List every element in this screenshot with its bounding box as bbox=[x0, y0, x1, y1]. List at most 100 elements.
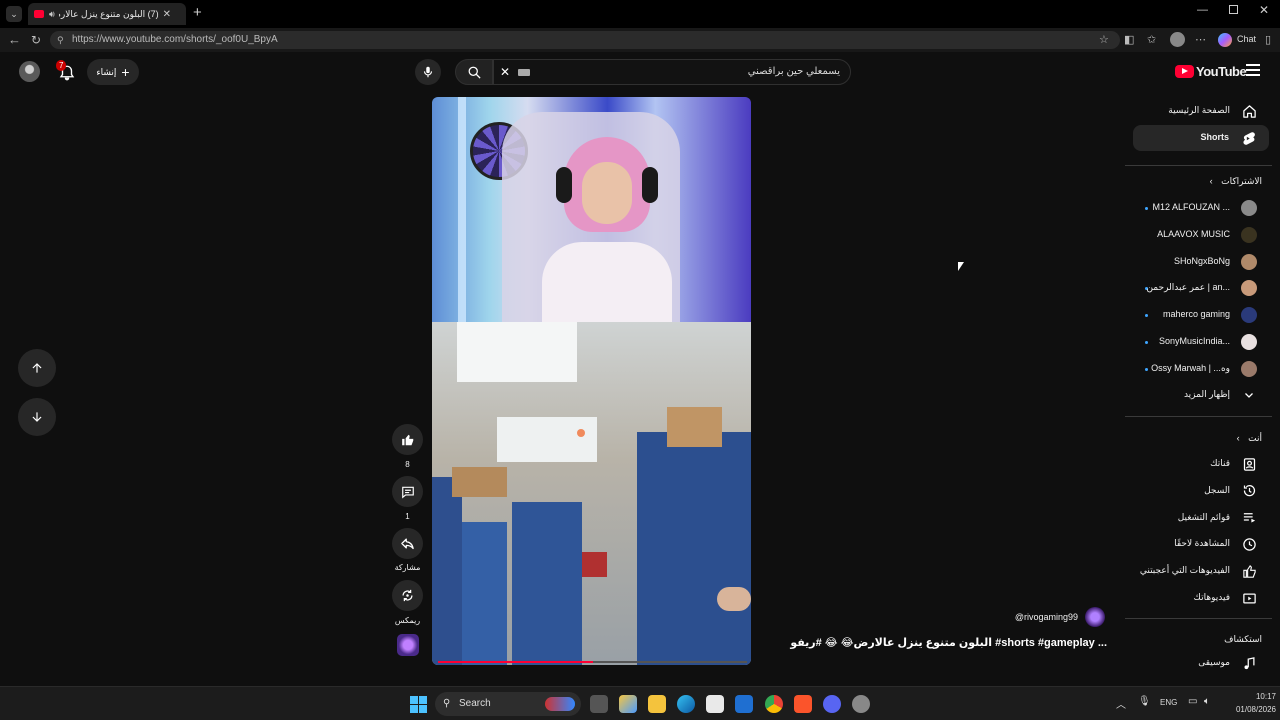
create-button[interactable]: إنشاء + bbox=[87, 59, 139, 85]
keyboard-icon[interactable] bbox=[518, 69, 530, 76]
you-title: أنت bbox=[1248, 433, 1262, 443]
sidebar-item-explore[interactable]: موسيقى bbox=[1125, 650, 1272, 676]
channel-icon bbox=[1240, 455, 1258, 473]
channel-handle[interactable]: @rivogaming99 bbox=[990, 612, 1078, 622]
short-title[interactable]: البلون متنوع ينزل عالارض😂 😂 #ريفو #short… bbox=[780, 636, 1107, 649]
search-button[interactable] bbox=[455, 59, 493, 85]
audio-playing-icon[interactable]: 🔊︎ bbox=[49, 9, 55, 20]
youtube-logo[interactable]: YouTube bbox=[1175, 64, 1247, 79]
back-icon[interactable]: ← bbox=[8, 28, 21, 52]
store-icon[interactable] bbox=[706, 695, 724, 713]
mail-icon[interactable] bbox=[735, 695, 753, 713]
sidebar-item-you[interactable]: فيديوهاتك bbox=[1125, 585, 1272, 611]
copilot-chat-label[interactable]: Chat bbox=[1237, 34, 1256, 44]
more-icon[interactable]: ⋯ bbox=[1195, 28, 1206, 52]
subscription-name: Ossy Marwah | ...وه bbox=[1151, 362, 1230, 373]
sidebar-item-you[interactable]: المشاهدة لاحقًا bbox=[1125, 531, 1272, 557]
remix-button[interactable] bbox=[392, 580, 423, 611]
address-field[interactable]: ⚲ https://www.youtube.com/shorts/_oof0U_… bbox=[50, 31, 1120, 49]
close-tab-icon[interactable]: ✕ bbox=[163, 9, 171, 20]
comment-icon bbox=[401, 486, 414, 498]
subscription-name: SHoNgxBoNg bbox=[1173, 255, 1230, 266]
sidebar-item-shorts[interactable]: Shorts bbox=[1133, 125, 1269, 151]
chrome-icon[interactable] bbox=[765, 695, 783, 713]
sidebar-item-you[interactable]: السجل bbox=[1125, 478, 1272, 504]
favorite-star-icon[interactable]: ☆ bbox=[1099, 28, 1109, 52]
task-view-icon[interactable] bbox=[590, 695, 608, 713]
sound-avatar[interactable] bbox=[397, 634, 419, 656]
subscription-item[interactable]: ALAAVOX MUSIC bbox=[1125, 222, 1272, 248]
like-count: 8 bbox=[405, 460, 410, 469]
taskbar-search[interactable]: ⚲ Search bbox=[435, 692, 581, 716]
plus-icon: + bbox=[121, 64, 130, 80]
sidebar-toggle-icon[interactable]: ▯ bbox=[1265, 28, 1271, 52]
discord-icon[interactable] bbox=[823, 695, 841, 713]
shorts-video-player[interactable] bbox=[432, 97, 751, 665]
widgets-icon[interactable] bbox=[619, 695, 637, 713]
subscription-item[interactable]: عمر عبدالرحمن | an... bbox=[1125, 275, 1272, 301]
favorites-icon[interactable]: ✩ bbox=[1147, 28, 1156, 52]
subscriptions-header[interactable]: ‹ الاشتراكات bbox=[1210, 176, 1262, 187]
sidebar-item-label: فيديوهاتك bbox=[1193, 592, 1230, 602]
refresh-icon[interactable]: ↻ bbox=[31, 28, 41, 52]
sidebar-item-you[interactable]: الفيديوهات التي أعجبتني bbox=[1125, 558, 1272, 584]
restore-button[interactable] bbox=[1229, 5, 1238, 14]
network-icon[interactable]: ▭ bbox=[1188, 696, 1197, 707]
app-icon[interactable] bbox=[852, 695, 870, 713]
account-avatar[interactable] bbox=[19, 61, 40, 82]
tab-actions-button[interactable]: ⌄ bbox=[6, 6, 22, 22]
sidebar-item-you[interactable]: قناتك bbox=[1125, 451, 1272, 477]
youtube-logo-icon bbox=[1175, 65, 1194, 78]
like-button[interactable] bbox=[392, 424, 423, 455]
extensions-icon[interactable]: ◧ bbox=[1124, 28, 1134, 52]
show-hidden-icons[interactable]: ︿ bbox=[1116, 696, 1126, 711]
voice-search-button[interactable] bbox=[415, 59, 441, 85]
close-window-button[interactable]: ✕ bbox=[1259, 3, 1269, 17]
new-tab-button[interactable]: + bbox=[193, 4, 202, 21]
subscription-item[interactable]: Ossy Marwah | ...وه bbox=[1125, 356, 1272, 382]
next-short-button[interactable] bbox=[18, 398, 56, 436]
you-header[interactable]: ‹ أنت bbox=[1237, 433, 1262, 444]
subscription-item[interactable]: maherco gaming bbox=[1125, 302, 1272, 328]
search-highlight-image bbox=[545, 697, 575, 711]
site-info-icon[interactable]: ⚲ bbox=[57, 31, 64, 49]
comments-button[interactable] bbox=[392, 476, 423, 507]
video-progress-bar[interactable] bbox=[438, 661, 747, 663]
start-button[interactable] bbox=[410, 696, 427, 713]
copilot-icon[interactable] bbox=[1218, 33, 1232, 47]
sidebar-item-home[interactable]: الصفحة الرئيسية bbox=[1125, 98, 1272, 124]
channel-avatar[interactable] bbox=[1085, 607, 1105, 627]
notifications-button[interactable]: 7 bbox=[56, 60, 78, 82]
subscription-item[interactable]: M12 ALFOUZAN ... bbox=[1125, 195, 1272, 221]
search-input[interactable]: ✕ يسمعلي حين براقصني bbox=[493, 59, 851, 85]
comment-count: 1 bbox=[405, 512, 410, 521]
new-content-dot bbox=[1145, 341, 1148, 344]
sidebar-item-you[interactable]: قوائم التشغيل bbox=[1125, 505, 1272, 531]
edge-browser-icon[interactable] bbox=[677, 695, 695, 713]
clear-search-icon[interactable]: ✕ bbox=[500, 60, 510, 84]
create-label: إنشاء bbox=[96, 66, 117, 77]
minimize-button[interactable]: — bbox=[1197, 4, 1208, 16]
share-icon bbox=[401, 538, 414, 550]
history-icon bbox=[1240, 482, 1258, 500]
search-icon: ⚲ bbox=[443, 698, 451, 709]
volume-icon[interactable]: 🔈︎ bbox=[1204, 696, 1210, 707]
subscription-item[interactable]: SHoNgxBoNg bbox=[1125, 249, 1272, 275]
active-tab[interactable]: 🔊︎ (7) البلون متنوع ينزل عالارض😂 ✕ bbox=[28, 3, 186, 25]
show-more-button[interactable]: إظهار المزيد bbox=[1125, 382, 1272, 408]
microphone-tray-icon[interactable]: 🎙︎ bbox=[1138, 696, 1151, 707]
share-button[interactable] bbox=[392, 528, 423, 559]
arrow-up-icon bbox=[32, 363, 42, 373]
input-language[interactable]: ENG bbox=[1160, 698, 1177, 707]
subscriptions-title: الاشتراكات bbox=[1221, 176, 1262, 186]
clock-time[interactable]: 10:17 bbox=[1236, 692, 1276, 701]
profile-avatar[interactable] bbox=[1170, 32, 1185, 47]
subscription-item[interactable]: SonyMusicIndia... bbox=[1125, 329, 1272, 355]
file-explorer-icon[interactable] bbox=[648, 695, 666, 713]
clock-date[interactable]: 01/08/2026 bbox=[1216, 705, 1276, 714]
brave-icon[interactable] bbox=[794, 695, 812, 713]
previous-short-button[interactable] bbox=[18, 349, 56, 387]
new-content-dot bbox=[1145, 314, 1148, 318]
guide-menu-button[interactable] bbox=[1246, 64, 1260, 76]
search-query: يسمعلي حين براقصني bbox=[747, 66, 840, 77]
